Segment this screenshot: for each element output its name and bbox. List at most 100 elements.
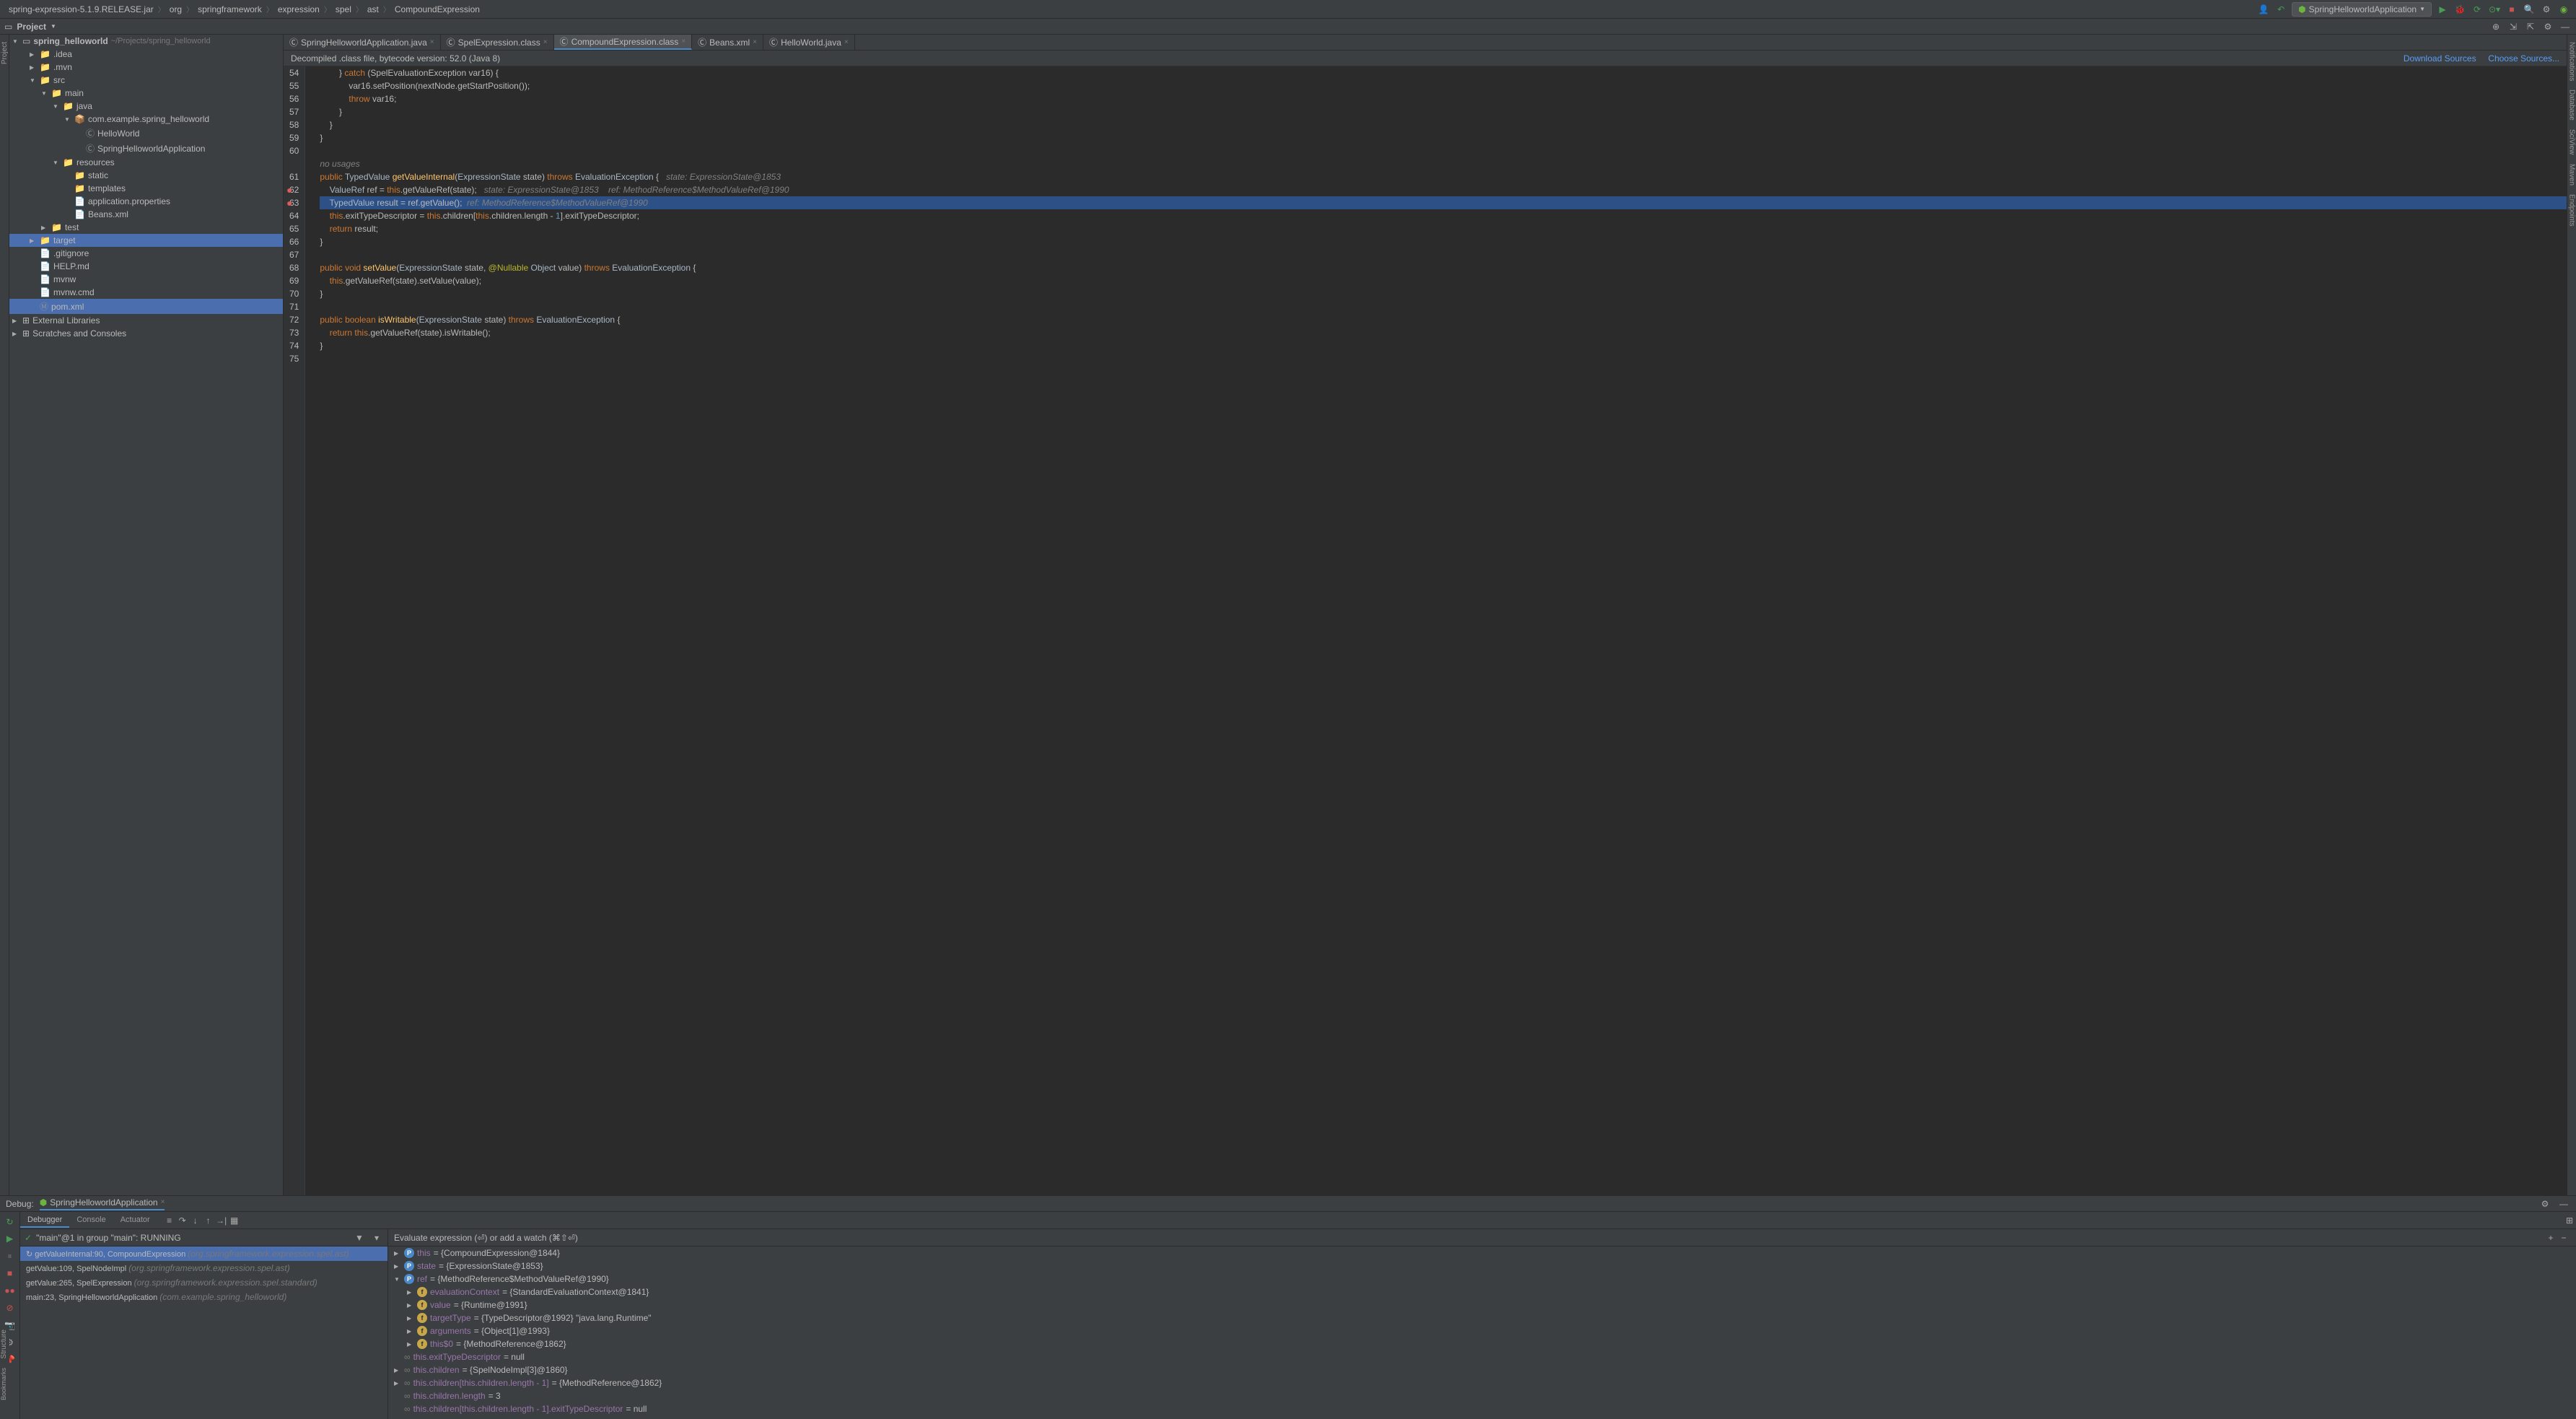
- close-icon[interactable]: ×: [543, 38, 548, 46]
- editor-tab[interactable]: ⒸSpringHelloworldApplication.java×: [284, 35, 441, 50]
- hide-debug-icon[interactable]: —: [2557, 1197, 2570, 1210]
- right-tool-button[interactable]: Database: [2568, 85, 2576, 125]
- evaluate-icon[interactable]: ▦: [228, 1214, 241, 1227]
- tree-item[interactable]: ▶⊞External Libraries: [9, 314, 283, 327]
- breakpoints-icon[interactable]: ●●: [4, 1284, 17, 1297]
- code-editor[interactable]: 5455565758596061626364656667686970717273…: [284, 66, 2567, 1195]
- editor-tab[interactable]: ⒸHelloWorld.java×: [763, 35, 855, 50]
- variable-row[interactable]: ▶∞this.children[this.children.length - 1…: [388, 1376, 2576, 1389]
- tree-item[interactable]: ▶📁test: [9, 221, 283, 234]
- debug-settings-icon[interactable]: ⚙: [2538, 1197, 2551, 1210]
- variable-row[interactable]: ▶Pstate = {ExpressionState@1853}: [388, 1259, 2576, 1272]
- settings-icon[interactable]: ⚙: [2540, 3, 2553, 16]
- tree-item[interactable]: ▼📦com.example.spring_helloworld: [9, 113, 283, 126]
- user-icon[interactable]: 👤: [2257, 3, 2270, 16]
- tree-item[interactable]: ▶📁.idea: [9, 48, 283, 61]
- remove-watch-icon[interactable]: −: [2557, 1231, 2570, 1244]
- rerun-icon[interactable]: ↻: [4, 1215, 17, 1228]
- debug-tab[interactable]: Debugger: [20, 1213, 69, 1228]
- resume-icon[interactable]: ▶: [4, 1232, 17, 1245]
- step-over-icon[interactable]: ↷: [176, 1214, 189, 1227]
- tree-item[interactable]: ▼📁resources: [9, 156, 283, 169]
- tree-item[interactable]: 📄application.properties: [9, 195, 283, 208]
- variable-row[interactable]: ▶Pthis = {CompoundExpression@1844}: [388, 1246, 2576, 1259]
- run-to-cursor-icon[interactable]: →|: [215, 1214, 228, 1227]
- editor-tab[interactable]: ⒸSpelExpression.class×: [441, 35, 554, 50]
- tree-root[interactable]: ▼▭ spring_helloworld ~/Projects/spring_h…: [9, 35, 283, 48]
- right-tool-button[interactable]: SciView: [2568, 125, 2576, 159]
- download-sources-link[interactable]: Download Sources: [2404, 53, 2476, 64]
- locate-icon[interactable]: ⊕: [2489, 20, 2502, 33]
- tree-item[interactable]: 📄HELP.md: [9, 260, 283, 273]
- variable-row[interactable]: ▶fvalue = {Runtime@1991}: [388, 1298, 2576, 1311]
- tree-item[interactable]: ▶⊞Scratches and Consoles: [9, 327, 283, 340]
- variable-row[interactable]: ∞this.exitTypeDescriptor = null: [388, 1350, 2576, 1363]
- expand-icon[interactable]: ⇲: [2507, 20, 2520, 33]
- debug-tab[interactable]: Console: [69, 1213, 113, 1228]
- tree-item[interactable]: ▶📁.mvn: [9, 61, 283, 74]
- editor-tab[interactable]: ⒸBeans.xml×: [692, 35, 763, 50]
- debug-icon[interactable]: 🐞: [2453, 3, 2466, 16]
- watch-input[interactable]: Evaluate expression (⏎) or add a watch (…: [394, 1233, 2544, 1243]
- close-icon[interactable]: ×: [844, 38, 849, 46]
- bookmarks-tool-button[interactable]: Bookmarks: [0, 1363, 7, 1405]
- right-tool-button[interactable]: Notifications: [2568, 38, 2576, 85]
- close-icon[interactable]: ×: [753, 38, 757, 46]
- editor-code[interactable]: } catch (SpelEvaluationException var16) …: [305, 66, 2567, 1195]
- stack-frame[interactable]: getValue:265, SpelExpression (org.spring…: [20, 1275, 387, 1290]
- run-config-selector[interactable]: ⬢ SpringHelloworldApplication ▼: [2292, 2, 2432, 17]
- project-tree[interactable]: ▼▭ spring_helloworld ~/Projects/spring_h…: [9, 35, 284, 1195]
- variable-row[interactable]: ▶ftargetType = {TypeDescriptor@1992} "ja…: [388, 1311, 2576, 1324]
- breadcrumb-item[interactable]: expression: [275, 3, 323, 16]
- tree-item[interactable]: 📄mvnw.cmd: [9, 286, 283, 299]
- profile-icon[interactable]: ⊙▾: [2488, 3, 2501, 16]
- variable-row[interactable]: ▶farguments = {Object[1]@1993}: [388, 1324, 2576, 1337]
- hide-icon[interactable]: —: [2559, 20, 2572, 33]
- variable-row[interactable]: ▶fthis$0 = {MethodReference@1862}: [388, 1337, 2576, 1350]
- avatar-icon[interactable]: ◉: [2557, 3, 2570, 16]
- layout-icon[interactable]: ⊞: [2563, 1214, 2576, 1227]
- breadcrumb-item[interactable]: spel: [333, 3, 354, 16]
- breadcrumb-item[interactable]: spring-expression-5.1.9.RELEASE.jar: [6, 3, 157, 16]
- step-into-icon[interactable]: ↓: [189, 1214, 202, 1227]
- add-watch-icon[interactable]: +: [2544, 1231, 2557, 1244]
- stack-frame[interactable]: getValue:109, SpelNodeImpl (org.springfr…: [20, 1261, 387, 1275]
- mute-bp-icon[interactable]: ⊘: [4, 1301, 17, 1314]
- tree-item[interactable]: ▼📁src: [9, 74, 283, 87]
- search-icon[interactable]: 🔍: [2523, 3, 2536, 16]
- stop-debug-icon[interactable]: ■: [4, 1267, 17, 1280]
- breadcrumb-item[interactable]: springframework: [195, 3, 265, 16]
- debug-tab[interactable]: Actuator: [113, 1213, 157, 1228]
- tree-item[interactable]: 📄Beans.xml: [9, 208, 283, 221]
- threads-icon[interactable]: ≡: [163, 1214, 176, 1227]
- variable-row[interactable]: ▶∞this.children = {SpelNodeImpl[3]@1860}: [388, 1363, 2576, 1376]
- tree-item[interactable]: 📄mvnw: [9, 273, 283, 286]
- run-icon[interactable]: ▶: [2436, 3, 2449, 16]
- chevron-down-icon[interactable]: ▼: [51, 23, 56, 30]
- variable-row[interactable]: ∞this.children[this.children.length - 1]…: [388, 1402, 2576, 1415]
- tree-item[interactable]: ▶📁target: [9, 234, 283, 247]
- project-tool-button[interactable]: Project: [1, 38, 9, 69]
- tree-item[interactable]: Ⓜpom.xml: [9, 299, 283, 314]
- close-icon[interactable]: ×: [161, 1198, 165, 1206]
- breadcrumb-item[interactable]: org: [167, 3, 185, 16]
- dropdown-icon[interactable]: ▾: [370, 1231, 383, 1244]
- step-out-icon[interactable]: ↑: [202, 1214, 215, 1227]
- tree-item[interactable]: ▼📁java: [9, 100, 283, 113]
- gear-icon[interactable]: ⚙: [2541, 20, 2554, 33]
- breadcrumb-item[interactable]: ast: [364, 3, 382, 16]
- tree-item[interactable]: 📄.gitignore: [9, 247, 283, 260]
- right-tool-button[interactable]: Maven: [2568, 160, 2576, 190]
- stop-icon[interactable]: ■: [2505, 3, 2518, 16]
- editor-gutter[interactable]: 5455565758596061626364656667686970717273…: [284, 66, 305, 1195]
- coverage-icon[interactable]: ⟳: [2471, 3, 2484, 16]
- choose-sources-link[interactable]: Choose Sources...: [2488, 53, 2559, 64]
- right-tool-button[interactable]: Endpoints: [2568, 190, 2576, 230]
- variable-row[interactable]: ∞this.children.length = 3: [388, 1389, 2576, 1402]
- thread-label[interactable]: "main"@1 in group "main": RUNNING: [36, 1233, 181, 1243]
- tree-item[interactable]: ⒸSpringHelloworldApplication: [9, 141, 283, 156]
- tree-item[interactable]: 📁templates: [9, 182, 283, 195]
- editor-tab[interactable]: ⒸCompoundExpression.class×: [554, 35, 693, 50]
- back-icon[interactable]: ↶: [2274, 3, 2287, 16]
- stack-frame[interactable]: main:23, SpringHelloworldApplication (co…: [20, 1290, 387, 1304]
